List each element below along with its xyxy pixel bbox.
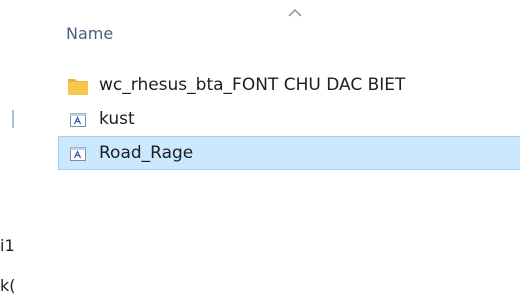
column-header: Name [58,0,510,56]
folder-icon [68,79,88,95]
file-list: wc_rhesus_bta_FONT CHU DAC BIET kust Roa… [58,68,520,170]
navigation-pane-edge: i1 k( [0,0,40,302]
font-file-icon [70,147,86,161]
name-column-header[interactable]: Name [66,24,113,43]
sort-ascending-chevron-icon [288,9,302,17]
navigation-pane-marker [12,110,14,128]
file-row-selected[interactable]: Road_Rage [58,136,520,170]
file-name: Road_Rage [99,143,194,163]
font-file-icon [70,113,86,127]
navigation-item-fragment[interactable]: k( [0,276,14,295]
file-name: kust [99,109,135,129]
file-row-folder[interactable]: wc_rhesus_bta_FONT CHU DAC BIET [58,68,520,102]
file-row[interactable]: kust [58,102,520,136]
navigation-item-fragment[interactable]: i1 [0,236,14,255]
file-name: wc_rhesus_bta_FONT CHU DAC BIET [99,75,406,95]
